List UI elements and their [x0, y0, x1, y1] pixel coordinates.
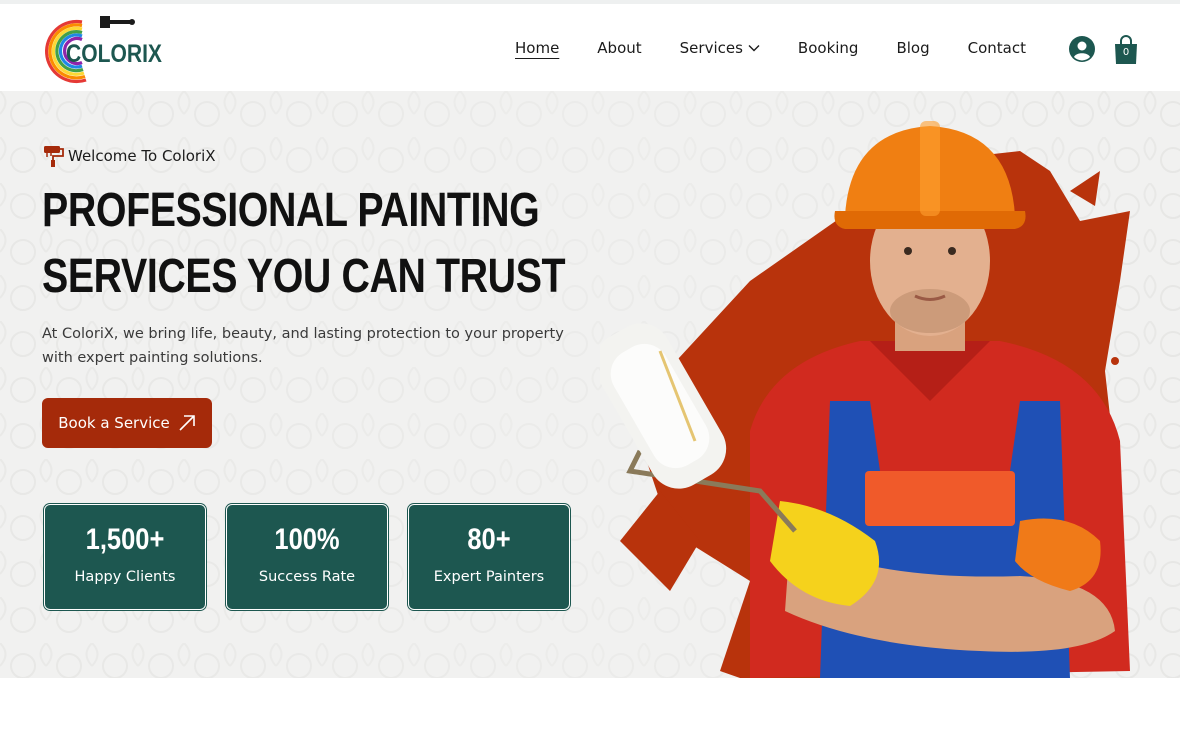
- stat-label: Success Rate: [258, 569, 356, 585]
- stat-value: 80+: [467, 523, 511, 556]
- site-header: COLORIX Home About Services Booking Blog…: [0, 0, 1180, 91]
- arrow-up-right-icon: [179, 415, 195, 431]
- nav-about-label: About: [597, 39, 642, 57]
- stat-card: 1,500+ Happy Clients: [44, 504, 206, 610]
- hero-title: PROFESSIONAL PAINTING SERVICES YOU CAN T…: [42, 178, 566, 310]
- stats-row: 1,500+ Happy Clients 100% Success Rate 8…: [44, 504, 590, 610]
- nav-contact[interactable]: Contact: [968, 39, 1026, 57]
- cart-button[interactable]: 0: [1113, 34, 1139, 66]
- welcome-tag: Welcome To ColoriX: [42, 144, 216, 168]
- nav-services[interactable]: Services: [680, 39, 760, 57]
- nav-booking[interactable]: Booking: [798, 39, 859, 57]
- nav-services-label: Services: [679, 39, 743, 57]
- nav-blog[interactable]: Blog: [896, 39, 929, 57]
- stat-label: Expert Painters: [433, 569, 545, 585]
- welcome-text: Welcome To ColoriX: [68, 147, 216, 165]
- nav-booking-label: Booking: [797, 39, 859, 57]
- chevron-down-icon: [748, 45, 760, 52]
- stat-value: 1,500+: [85, 523, 165, 556]
- hero-description: At ColoriX, we bring life, beauty, and l…: [42, 326, 564, 366]
- stat-label: Happy Clients: [74, 569, 176, 585]
- nav-about[interactable]: About: [597, 39, 641, 57]
- user-circle-icon[interactable]: [1068, 35, 1096, 63]
- main-nav: Home About Services Booking Blog Contact: [515, 39, 1064, 57]
- hero-title-line-1: PROFESSIONAL PAINTING: [42, 184, 540, 237]
- stat-value: 100%: [274, 523, 340, 556]
- stat-card: 100% Success Rate: [226, 504, 388, 610]
- painter-hero-image: [600, 121, 1130, 678]
- hero-title-line-2: SERVICES YOU CAN TRUST: [42, 250, 566, 303]
- nav-contact-label: Contact: [967, 39, 1026, 57]
- logo-text: COLORIX: [66, 40, 162, 68]
- book-service-label: Book a Service: [58, 414, 170, 432]
- hero-section: Welcome To ColoriX PROFESSIONAL PAINTING…: [0, 91, 1180, 678]
- below-hero-blank: [0, 678, 1180, 736]
- nav-home[interactable]: Home: [515, 39, 559, 57]
- nav-home-label: Home: [515, 39, 560, 57]
- paint-roller-icon: [44, 146, 64, 167]
- colorix-logo[interactable]: COLORIX: [42, 14, 166, 84]
- nav-blog-label: Blog: [896, 39, 930, 57]
- cart-count-badge: 0: [1122, 47, 1130, 58]
- book-service-button[interactable]: Book a Service: [42, 398, 212, 448]
- stat-card: 80+ Expert Painters: [408, 504, 570, 610]
